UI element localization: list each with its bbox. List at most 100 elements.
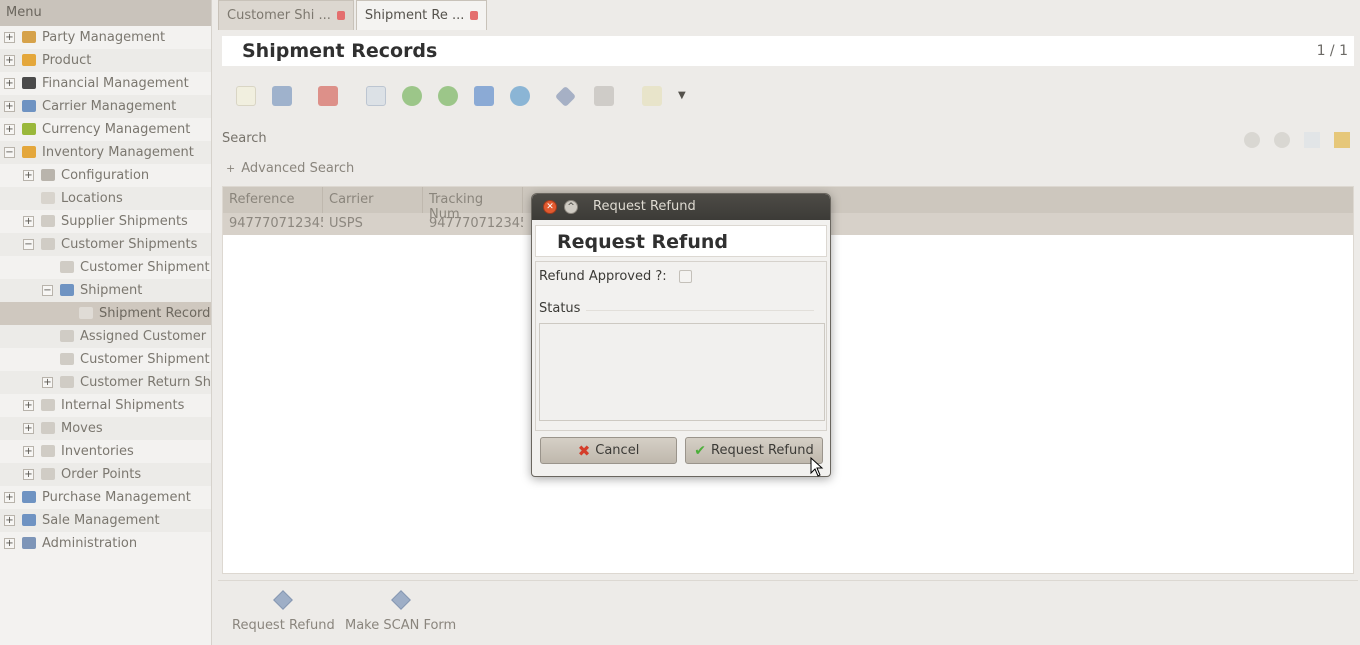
expand-icon[interactable]: +: [42, 377, 53, 388]
sidebar-item-label: Assigned Customer: [80, 329, 207, 344]
expand-icon[interactable]: +: [23, 469, 34, 480]
party-icon: [22, 31, 36, 43]
sidebar-item[interactable]: + Financial Management: [0, 72, 211, 95]
previous-page-icon[interactable]: [1244, 132, 1260, 148]
sidebar-item[interactable]: + Supplier Shipments: [0, 210, 211, 233]
status-textarea[interactable]: [539, 323, 825, 421]
attachment-icon[interactable]: [642, 86, 662, 106]
calendar-icon[interactable]: [318, 86, 338, 106]
sidebar-item-label: Internal Shipments: [61, 398, 185, 413]
collapse-icon[interactable]: −: [4, 147, 15, 158]
switch-view-icon[interactable]: [474, 86, 494, 106]
column-header-tracking[interactable]: Tracking Num: [423, 187, 523, 222]
cancel-button[interactable]: ✖ Cancel: [540, 437, 677, 464]
list-icon: [41, 445, 55, 457]
close-icon[interactable]: ✕: [543, 200, 557, 214]
previous-icon[interactable]: [402, 86, 422, 106]
folder-icon: [22, 514, 36, 526]
search-filter-icon[interactable]: [1304, 132, 1320, 148]
new-icon[interactable]: [236, 86, 256, 106]
expand-icon[interactable]: +: [4, 55, 15, 66]
column-header-carrier[interactable]: Carrier: [323, 187, 423, 213]
sidebar-item[interactable]: + Administration: [0, 532, 211, 555]
close-tab-icon[interactable]: [470, 11, 479, 20]
dialog-heading-box: Request Refund: [535, 225, 827, 257]
expand-icon[interactable]: +: [4, 78, 15, 89]
sidebar-item[interactable]: + Order Points: [0, 463, 211, 486]
print-icon[interactable]: [594, 86, 614, 106]
expand-icon[interactable]: +: [4, 124, 15, 135]
tab[interactable]: Customer Shi ...: [218, 0, 354, 30]
cancel-button-label: Cancel: [595, 443, 640, 458]
sidebar-item[interactable]: + Product: [0, 49, 211, 72]
tab[interactable]: Shipment Re ...: [355, 0, 488, 30]
sidebar-item-label: Configuration: [61, 168, 150, 183]
tab-label: Shipment Re ...: [364, 8, 465, 23]
request-refund-button-label: Request Refund: [711, 443, 814, 458]
sidebar-item[interactable]: + Configuration: [0, 164, 211, 187]
collapse-icon[interactable]: −: [42, 285, 53, 296]
wrench-icon: [41, 169, 55, 181]
sidebar-item[interactable]: + Party Management: [0, 26, 211, 49]
next-page-icon[interactable]: [1274, 132, 1290, 148]
make-scan-form-action-label: Make SCAN Form: [345, 618, 457, 633]
expand-icon[interactable]: +: [4, 32, 15, 43]
sidebar-item[interactable]: − Customer Shipments: [0, 233, 211, 256]
refund-approved-checkbox[interactable]: [679, 270, 692, 283]
cell-reference: 947770712345: [229, 216, 323, 231]
make-scan-form-action[interactable]: Make SCAN Form: [345, 587, 456, 633]
sidebar-item[interactable]: − Shipment: [0, 279, 211, 302]
sidebar-item[interactable]: Assigned Customer: [0, 325, 211, 348]
sidebar-item[interactable]: + Carrier Management: [0, 95, 211, 118]
sidebar-item[interactable]: Locations: [0, 187, 211, 210]
search-label: Search: [222, 131, 267, 146]
request-refund-action[interactable]: Request Refund: [232, 587, 335, 633]
sidebar-item[interactable]: Customer Shipment: [0, 256, 211, 279]
collapse-icon[interactable]: −: [23, 239, 34, 250]
cell-tracking: 947770712345: [429, 216, 523, 231]
expand-icon[interactable]: +: [23, 400, 34, 411]
sidebar-item[interactable]: + Purchase Management: [0, 486, 211, 509]
sidebar-item[interactable]: + Currency Management: [0, 118, 211, 141]
search-icon[interactable]: [366, 86, 386, 106]
sidebar-item[interactable]: Shipment Record: [0, 302, 211, 325]
next-icon[interactable]: [438, 86, 458, 106]
folder-icon: [22, 100, 36, 112]
expand-icon: +: [226, 162, 236, 175]
advanced-search-toggle[interactable]: + Advanced Search: [226, 161, 354, 176]
maximize-icon[interactable]: ^: [564, 200, 578, 214]
expand-icon[interactable]: +: [4, 538, 15, 549]
expand-icon[interactable]: +: [23, 216, 34, 227]
save-icon[interactable]: [272, 86, 292, 106]
bookmark-icon[interactable]: [1334, 132, 1350, 148]
cancel-icon: ✖: [577, 441, 591, 460]
action-icon[interactable]: [554, 85, 577, 108]
request-refund-button[interactable]: ✔ Request Refund: [685, 437, 823, 464]
column-header-reference[interactable]: Reference: [223, 187, 323, 213]
dialog-titlebar: ✕ ^ Request Refund: [532, 194, 830, 220]
sidebar-item[interactable]: − Inventory Management: [0, 141, 211, 164]
search-input[interactable]: [288, 126, 1188, 150]
expand-icon[interactable]: +: [4, 515, 15, 526]
reload-icon[interactable]: [510, 86, 530, 106]
sidebar-item[interactable]: + Customer Return Sh: [0, 371, 211, 394]
sidebar-item[interactable]: + Inventories: [0, 440, 211, 463]
expand-icon[interactable]: +: [4, 101, 15, 112]
sidebar-item[interactable]: + Moves: [0, 417, 211, 440]
expand-icon[interactable]: +: [23, 170, 34, 181]
close-tab-icon[interactable]: [336, 11, 345, 20]
list-icon: [41, 422, 55, 434]
expand-icon[interactable]: +: [23, 446, 34, 457]
sidebar-item[interactable]: Customer Shipment: [0, 348, 211, 371]
sidebar-item[interactable]: + Internal Shipments: [0, 394, 211, 417]
expand-icon[interactable]: +: [4, 492, 15, 503]
page-title: Shipment Records: [242, 40, 438, 62]
attachment-dropdown-icon[interactable]: ▼: [678, 90, 686, 101]
sidebar-item[interactable]: + Sale Management: [0, 509, 211, 532]
action-icon: [390, 590, 411, 610]
list-icon: [60, 261, 74, 273]
list-icon: [41, 468, 55, 480]
request-refund-dialog: ✕ ^ Request Refund Request Refund Refund…: [531, 193, 831, 477]
calculator-icon: [22, 77, 36, 89]
expand-icon[interactable]: +: [23, 423, 34, 434]
